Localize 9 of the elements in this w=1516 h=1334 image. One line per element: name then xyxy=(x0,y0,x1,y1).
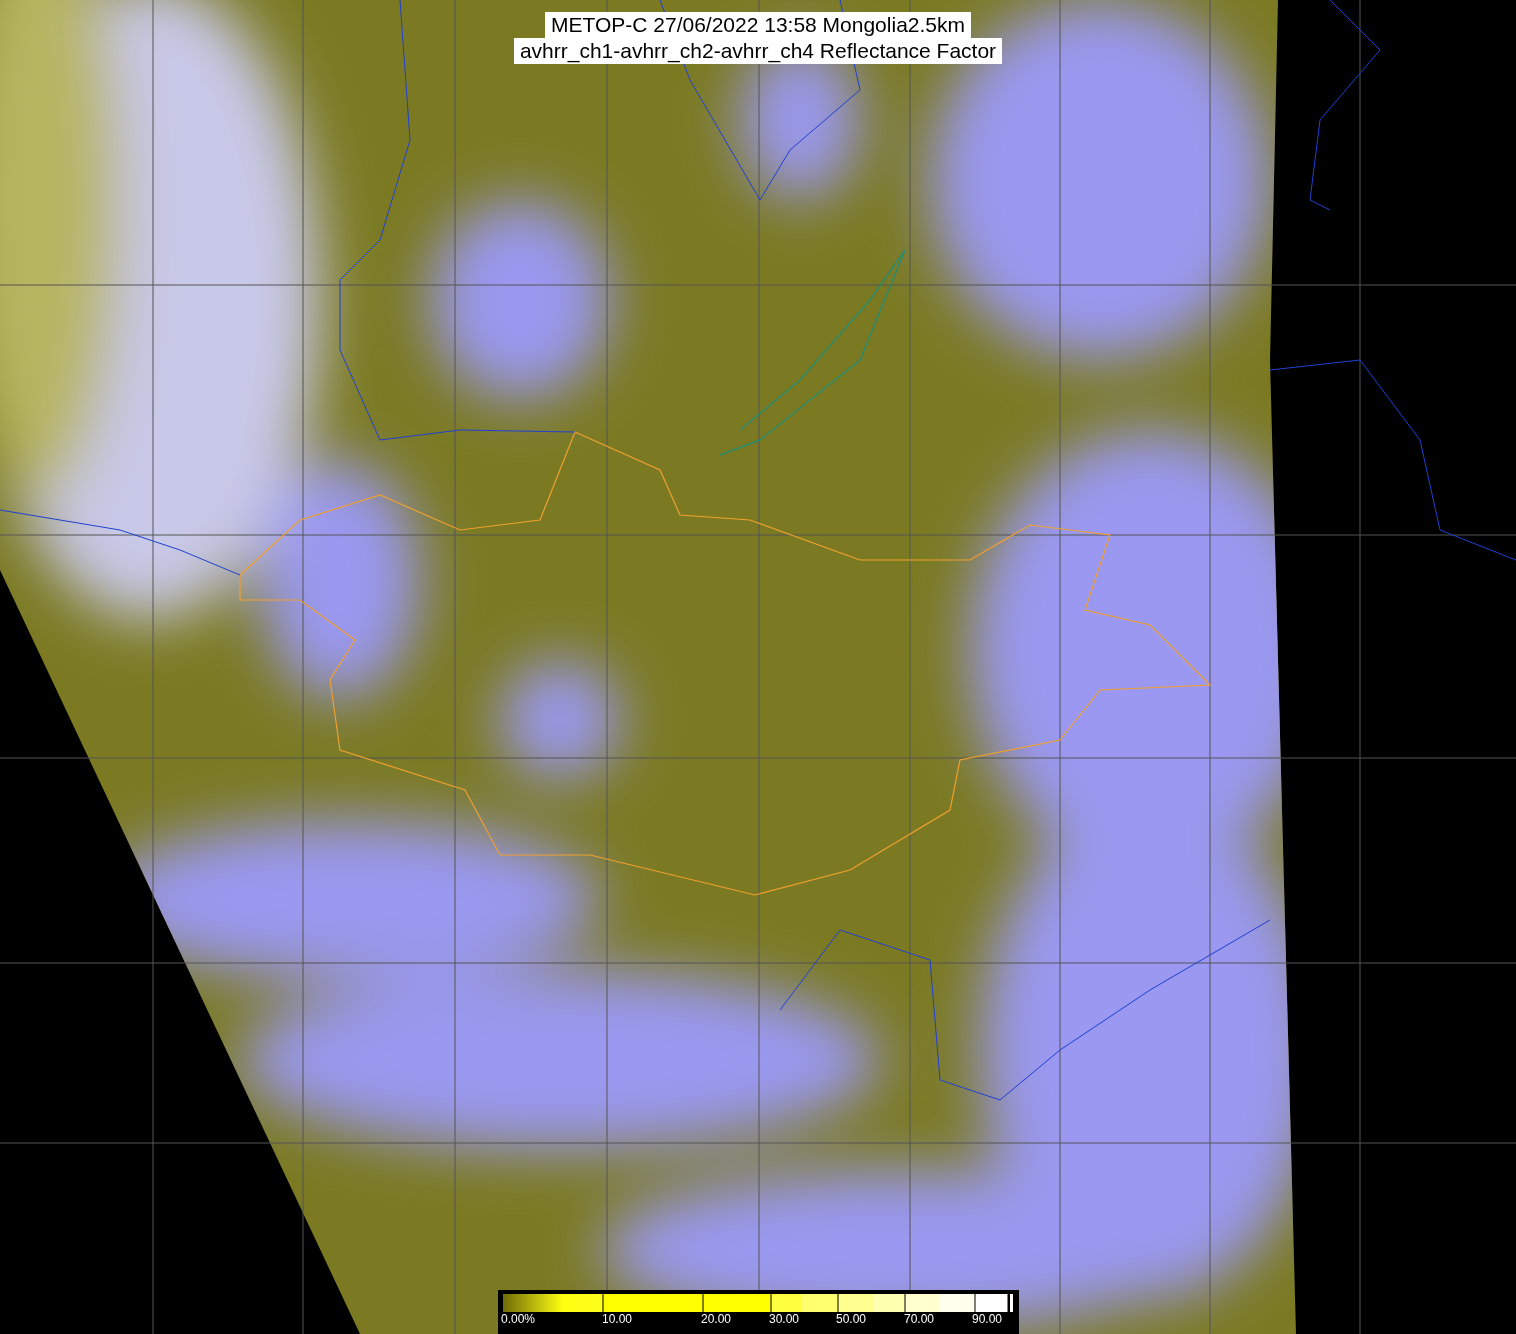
scale-label: 30.00 xyxy=(769,1312,800,1326)
scale-label: 0.00% xyxy=(501,1312,536,1326)
scale-label: 50.00 xyxy=(836,1312,867,1326)
map-title: avhrr_ch1-avhrr_ch2-avhrr_ch4 Reflectance Factor xyxy=(513,38,1003,64)
scale-label: 20.00 xyxy=(701,1312,732,1326)
scale-label: 10.00 xyxy=(602,1312,633,1326)
scale-label: 90.00 xyxy=(972,1312,1003,1326)
map-title: METOP-C 27/06/2022 13:58 Mongolia2.5km xyxy=(545,12,971,38)
scale-label: 70.00 xyxy=(904,1312,935,1326)
